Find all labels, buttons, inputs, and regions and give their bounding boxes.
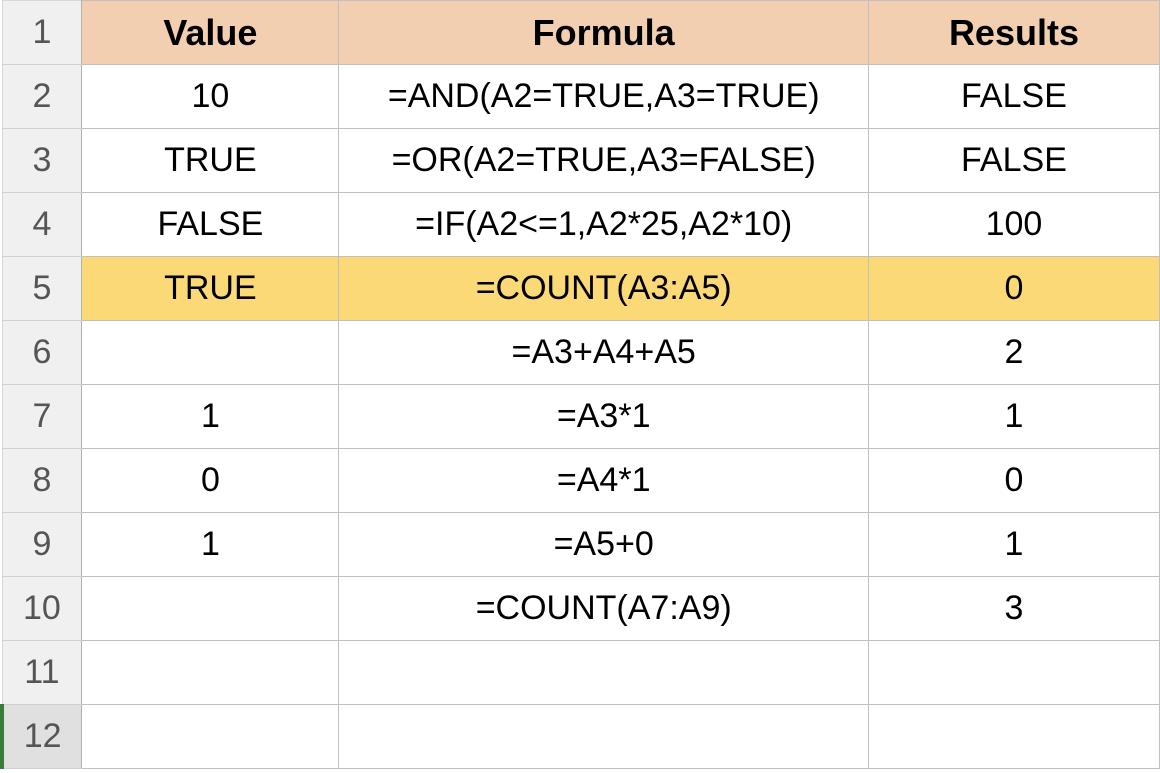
row-header-11[interactable]: 11: [2, 641, 82, 705]
table-row: 4 FALSE =IF(A2<=1,A2*25,A2*10) 100: [2, 193, 1160, 257]
cell-results[interactable]: FALSE: [868, 65, 1159, 129]
cell-formula[interactable]: =A3+A4+A5: [339, 321, 868, 385]
cell-formula[interactable]: =COUNT(A7:A9): [339, 577, 868, 641]
cell-formula[interactable]: [339, 705, 868, 769]
row-header-5[interactable]: 5: [2, 257, 82, 321]
table-row: 10 =COUNT(A7:A9) 3: [2, 577, 1160, 641]
cell-results[interactable]: 100: [868, 193, 1159, 257]
cell-value[interactable]: [82, 577, 339, 641]
row-header-12[interactable]: 12: [2, 705, 82, 769]
cell-value[interactable]: 10: [82, 65, 339, 129]
table-row: 11: [2, 641, 1160, 705]
table-row: 2 10 =AND(A2=TRUE,A3=TRUE) FALSE: [2, 65, 1160, 129]
cell-value[interactable]: 1: [82, 513, 339, 577]
row-header-2[interactable]: 2: [2, 65, 82, 129]
cell-value[interactable]: 0: [82, 449, 339, 513]
cell-value[interactable]: TRUE: [82, 257, 339, 321]
cell-formula[interactable]: =A5+0: [339, 513, 868, 577]
cell-formula[interactable]: [339, 641, 868, 705]
table-row: 6 =A3+A4+A5 2: [2, 321, 1160, 385]
cell-formula[interactable]: =COUNT(A3:A5): [339, 257, 868, 321]
table-row-highlighted: 5 TRUE =COUNT(A3:A5) 0: [2, 257, 1160, 321]
cell-results[interactable]: 3: [868, 577, 1159, 641]
cell-results[interactable]: 1: [868, 385, 1159, 449]
row-header-1[interactable]: 1: [2, 1, 82, 65]
cell-value[interactable]: 1: [82, 385, 339, 449]
row-header-9[interactable]: 9: [2, 513, 82, 577]
cell-formula[interactable]: =OR(A2=TRUE,A3=FALSE): [339, 129, 868, 193]
column-header-formula[interactable]: Formula: [339, 1, 868, 65]
row-header-6[interactable]: 6: [2, 321, 82, 385]
cell-value[interactable]: [82, 705, 339, 769]
cell-results[interactable]: FALSE: [868, 129, 1159, 193]
table-row: 9 1 =A5+0 1: [2, 513, 1160, 577]
cell-formula[interactable]: =A4*1: [339, 449, 868, 513]
table-row: 12: [2, 705, 1160, 769]
row-header-7[interactable]: 7: [2, 385, 82, 449]
cell-formula[interactable]: =IF(A2<=1,A2*25,A2*10): [339, 193, 868, 257]
cell-results[interactable]: 0: [868, 257, 1159, 321]
row-header-10[interactable]: 10: [2, 577, 82, 641]
cell-value[interactable]: [82, 321, 339, 385]
row-header-3[interactable]: 3: [2, 129, 82, 193]
cell-formula[interactable]: =AND(A2=TRUE,A3=TRUE): [339, 65, 868, 129]
table-row: 1 Value Formula Results: [2, 1, 1160, 65]
cell-formula[interactable]: =A3*1: [339, 385, 868, 449]
row-header-4[interactable]: 4: [2, 193, 82, 257]
cell-results[interactable]: [868, 641, 1159, 705]
table-row: 3 TRUE =OR(A2=TRUE,A3=FALSE) FALSE: [2, 129, 1160, 193]
column-header-value[interactable]: Value: [82, 1, 339, 65]
cell-value[interactable]: TRUE: [82, 129, 339, 193]
table-row: 7 1 =A3*1 1: [2, 385, 1160, 449]
cell-results[interactable]: 1: [868, 513, 1159, 577]
row-header-8[interactable]: 8: [2, 449, 82, 513]
cell-results[interactable]: [868, 705, 1159, 769]
table-row: 8 0 =A4*1 0: [2, 449, 1160, 513]
cell-value[interactable]: FALSE: [82, 193, 339, 257]
cell-results[interactable]: 0: [868, 449, 1159, 513]
cell-value[interactable]: [82, 641, 339, 705]
spreadsheet-grid: 1 Value Formula Results 2 10 =AND(A2=TRU…: [0, 0, 1160, 769]
column-header-results[interactable]: Results: [868, 1, 1159, 65]
cell-results[interactable]: 2: [868, 321, 1159, 385]
